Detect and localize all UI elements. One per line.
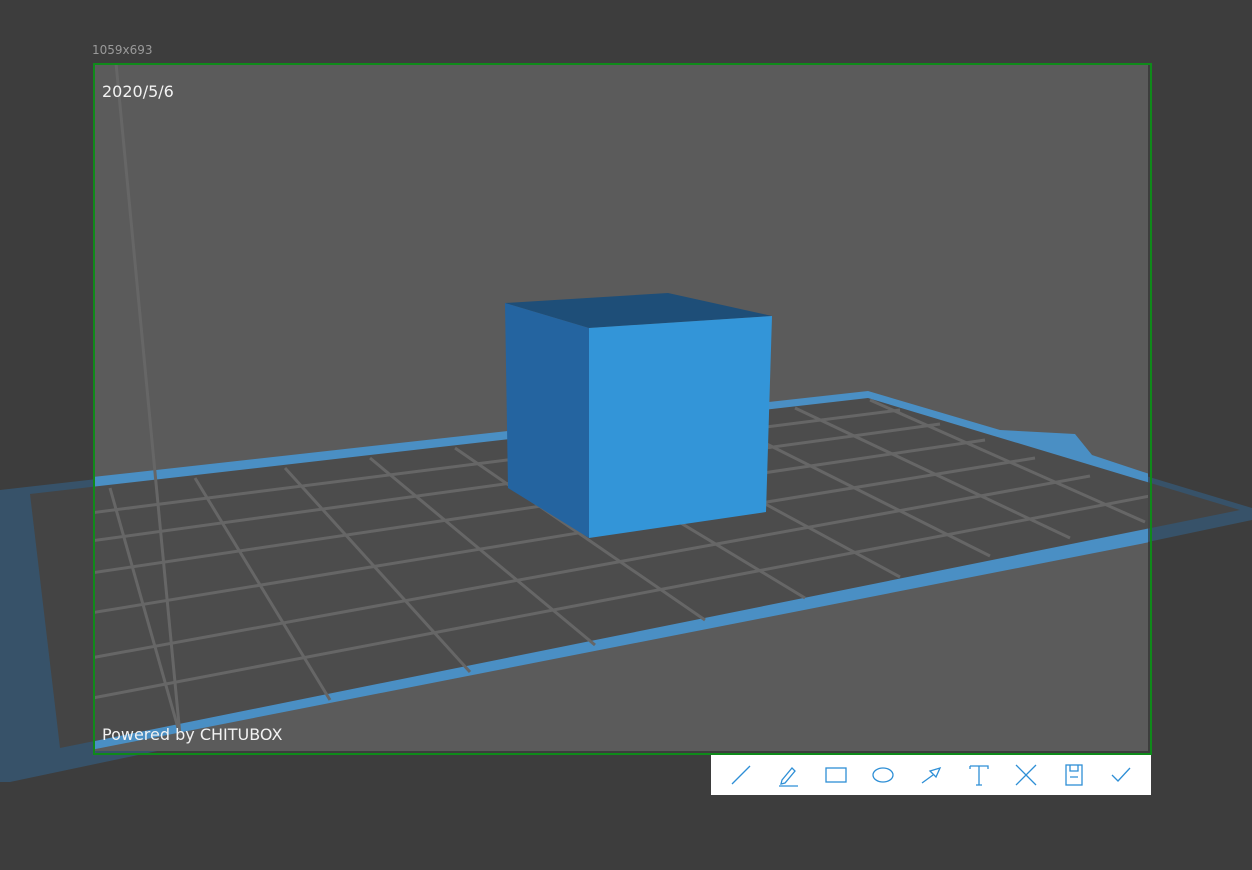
confirm-tool-button[interactable] — [1105, 759, 1137, 791]
pen-tool-button[interactable] — [772, 759, 804, 791]
save-tool-button[interactable] — [1058, 759, 1090, 791]
cancel-tool-button[interactable] — [1010, 759, 1042, 791]
arrow-tool-button[interactable] — [915, 759, 947, 791]
capture-selection-frame[interactable] — [93, 63, 1152, 755]
pen-icon — [779, 767, 799, 787]
powered-by-watermark: Powered by CHITUBOX — [102, 725, 283, 744]
ellipse-icon — [872, 767, 895, 783]
annotation-toolbar — [711, 755, 1151, 795]
arrow-icon — [921, 766, 942, 784]
text-icon — [968, 765, 989, 786]
capture-size-label: 1059x693 — [92, 43, 153, 57]
screenshot-stage: 1059x693 2020/5/6 Powered by CHITUBOX — [0, 0, 1252, 870]
text-tool-button[interactable] — [963, 759, 995, 791]
close-icon — [1015, 764, 1037, 786]
rectangle-tool-button[interactable] — [820, 759, 852, 791]
save-icon — [1064, 764, 1083, 786]
line-icon — [731, 765, 751, 785]
rectangle-icon — [825, 767, 847, 783]
date-watermark: 2020/5/6 — [102, 82, 174, 101]
ellipse-tool-button[interactable] — [867, 759, 899, 791]
check-icon — [1111, 767, 1131, 782]
line-tool-button[interactable] — [725, 759, 757, 791]
